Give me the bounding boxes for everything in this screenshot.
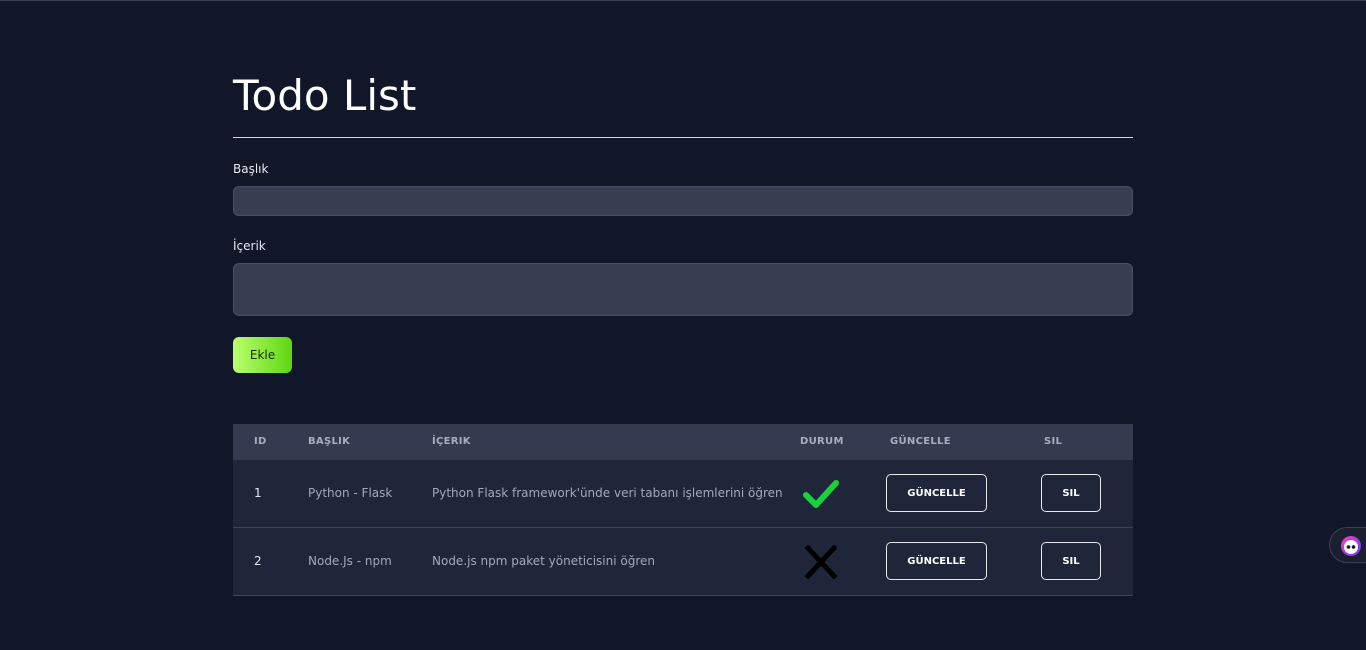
table-row: 2 Node.Js - npm Node.js npm paket yöneti… bbox=[233, 528, 1133, 596]
row-title: Node.Js - npm bbox=[308, 554, 392, 568]
title-divider bbox=[233, 137, 1133, 138]
update-button[interactable]: GÜNCELLE bbox=[886, 474, 987, 512]
page-title: Todo List bbox=[233, 71, 417, 120]
cross-icon bbox=[804, 545, 838, 579]
row-id: 2 bbox=[254, 554, 262, 568]
header-content: İÇERIK bbox=[432, 436, 471, 447]
update-button[interactable]: GÜNCELLE bbox=[886, 542, 987, 580]
header-update: GÜNCELLE bbox=[890, 436, 951, 447]
row-content: Node.js npm paket yöneticisini öğren bbox=[432, 554, 656, 568]
table-row: 1 Python - Flask Python Flask framework'… bbox=[233, 460, 1133, 528]
check-icon bbox=[803, 480, 839, 508]
header-id: ID bbox=[254, 436, 267, 447]
header-title: BAŞLIK bbox=[308, 436, 351, 447]
content-field-label: İçerik bbox=[233, 239, 266, 253]
row-id: 1 bbox=[254, 486, 262, 500]
table-header: ID BAŞLIK İÇERIK DURUM GÜNCELLE SIL bbox=[233, 424, 1133, 460]
delete-button[interactable]: SIL bbox=[1041, 474, 1101, 512]
row-content: Python Flask framework'ünde veri tabanı … bbox=[432, 486, 783, 500]
header-delete: SIL bbox=[1044, 436, 1063, 447]
title-field-label: Başlık bbox=[233, 162, 269, 176]
content-input[interactable] bbox=[233, 263, 1133, 316]
title-input[interactable] bbox=[233, 186, 1133, 216]
window-top-border bbox=[0, 0, 1366, 1]
header-status: DURUM bbox=[800, 436, 844, 447]
row-title: Python - Flask bbox=[308, 486, 393, 500]
assistant-face-icon bbox=[1341, 536, 1361, 556]
delete-button[interactable]: SIL bbox=[1041, 542, 1101, 580]
add-button[interactable]: Ekle bbox=[233, 337, 292, 373]
assistant-widget[interactable] bbox=[1329, 527, 1366, 563]
